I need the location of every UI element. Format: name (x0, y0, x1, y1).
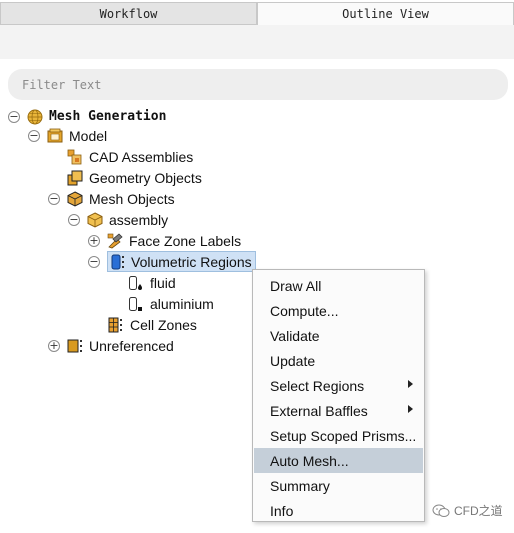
menu-item-summary[interactable]: Summary (254, 473, 423, 498)
menu-item-label: Summary (270, 477, 330, 494)
menu-item-label: External Baffles (270, 402, 368, 419)
tree-item-geometry-objects[interactable]: Geometry Objects (48, 167, 202, 188)
tree-label: Geometry Objects (89, 169, 202, 186)
tab-workflow[interactable]: Workflow (0, 2, 257, 25)
tree-label: assembly (109, 211, 169, 228)
geometry-objects-icon (67, 170, 83, 186)
submenu-arrow-icon (408, 380, 413, 388)
tree-item-mesh-generation[interactable]: − Mesh Generation (8, 106, 166, 127)
collapse-toggle-icon[interactable]: − (28, 129, 40, 142)
tree-item-assembly[interactable]: − assembly (68, 209, 168, 230)
menu-item-draw-all[interactable]: Draw All (254, 273, 423, 298)
tab-outline-view[interactable]: Outline View (257, 2, 514, 25)
menu-item-compute[interactable]: Compute... (254, 298, 423, 323)
tree-item-model[interactable]: − Model (28, 125, 107, 146)
tree-item-aluminium[interactable]: aluminium (128, 293, 214, 314)
menu-item-external-baffles[interactable]: External Baffles (254, 398, 423, 423)
tree-item-mesh-objects[interactable]: − Mesh Objects (48, 188, 175, 209)
menu-item-update[interactable]: Update (254, 348, 423, 373)
cell-zones-icon (108, 317, 124, 333)
tree-label: Mesh Generation (49, 109, 167, 124)
tree-item-face-zone-labels[interactable]: + Face Zone Labels (88, 230, 241, 251)
tree-label: fluid (150, 274, 176, 291)
tree-item-volumetric-regions[interactable]: − Volumetric Regions (88, 251, 256, 272)
menu-item-label: Update (270, 352, 316, 369)
solid-region-icon (128, 296, 144, 312)
tree-label: Cell Zones (130, 316, 197, 333)
menu-item-label: Select Regions (270, 377, 365, 394)
filter-input[interactable] (8, 69, 508, 100)
menu-item-label: Info (270, 502, 294, 519)
tree-label: Unreferenced (89, 337, 174, 354)
tree-label: Face Zone Labels (129, 232, 242, 249)
menu-item-info[interactable]: Info (254, 498, 423, 523)
expand-toggle-icon[interactable]: + (88, 234, 100, 247)
menu-item-label: Draw All (270, 277, 322, 294)
unreferenced-icon (67, 338, 83, 354)
face-zone-labels-icon (107, 232, 123, 249)
tree-item-unreferenced[interactable]: + Unreferenced (48, 335, 174, 356)
menu-item-validate[interactable]: Validate (254, 323, 423, 348)
tree-label: Mesh Objects (89, 190, 175, 207)
submenu-arrow-icon (408, 405, 413, 413)
tree-item-fluid[interactable]: fluid (128, 272, 176, 293)
menu-item-select-regions[interactable]: Select Regions (254, 373, 423, 398)
fluid-region-icon (128, 275, 144, 291)
menu-item-setup-scoped-prisms[interactable]: Setup Scoped Prisms... (254, 423, 423, 448)
watermark-text: CFD之道 (454, 504, 503, 518)
menu-item-label: Validate (270, 327, 320, 344)
tree-label: Model (69, 127, 108, 144)
cad-assemblies-icon (67, 149, 83, 165)
menu-item-label: Auto Mesh... (270, 452, 349, 469)
tree-label: Volumetric Regions (131, 253, 252, 270)
watermark: CFD之道 (432, 502, 503, 519)
collapse-toggle-icon[interactable]: − (48, 192, 60, 205)
menu-item-auto-mesh[interactable]: Auto Mesh... (254, 448, 423, 473)
tree-label: CAD Assemblies (89, 148, 194, 165)
mesh-objects-icon (67, 190, 83, 207)
expand-toggle-icon[interactable]: + (48, 339, 60, 352)
wechat-icon (432, 504, 450, 518)
globe-icon (27, 109, 43, 125)
menu-item-label: Compute... (270, 302, 339, 319)
collapse-toggle-icon[interactable]: − (88, 255, 100, 268)
volumetric-regions-icon (110, 254, 126, 270)
toolbar-area (0, 25, 514, 59)
collapse-toggle-icon[interactable]: − (8, 110, 20, 123)
tree-item-cell-zones[interactable]: Cell Zones (108, 314, 197, 335)
tree-item-cad-assemblies[interactable]: CAD Assemblies (48, 146, 193, 167)
tree-label: aluminium (150, 295, 214, 312)
menu-item-label: Setup Scoped Prisms... (270, 427, 417, 444)
context-menu: Draw All Compute... Validate Update Sele… (252, 269, 425, 522)
cube-icon (87, 211, 103, 228)
model-icon (47, 128, 63, 144)
selection-highlight: Volumetric Regions (107, 251, 256, 272)
tab-bar: Workflow Outline View (0, 0, 514, 26)
collapse-toggle-icon[interactable]: − (68, 213, 80, 226)
